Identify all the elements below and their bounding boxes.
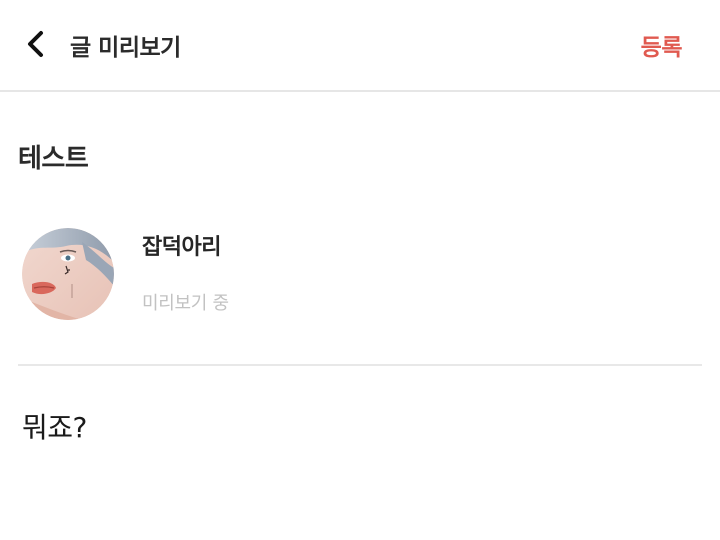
preview-status: 미리보기 중 bbox=[142, 293, 229, 314]
avatar-photo bbox=[22, 228, 114, 320]
page-title: 글 미리보기 bbox=[70, 35, 181, 61]
chevron-left-icon bbox=[28, 31, 43, 57]
avatar[interactable] bbox=[22, 228, 114, 320]
back-button[interactable] bbox=[18, 26, 54, 62]
register-button[interactable]: 등록 bbox=[641, 28, 683, 62]
divider bbox=[18, 364, 702, 366]
post-title: 테스트 bbox=[18, 144, 89, 174]
app-bar: 글 미리보기 등록 bbox=[0, 0, 720, 92]
post-body: 뭐죠? bbox=[22, 411, 87, 444]
author-name: 잡덕아리 bbox=[142, 235, 221, 260]
